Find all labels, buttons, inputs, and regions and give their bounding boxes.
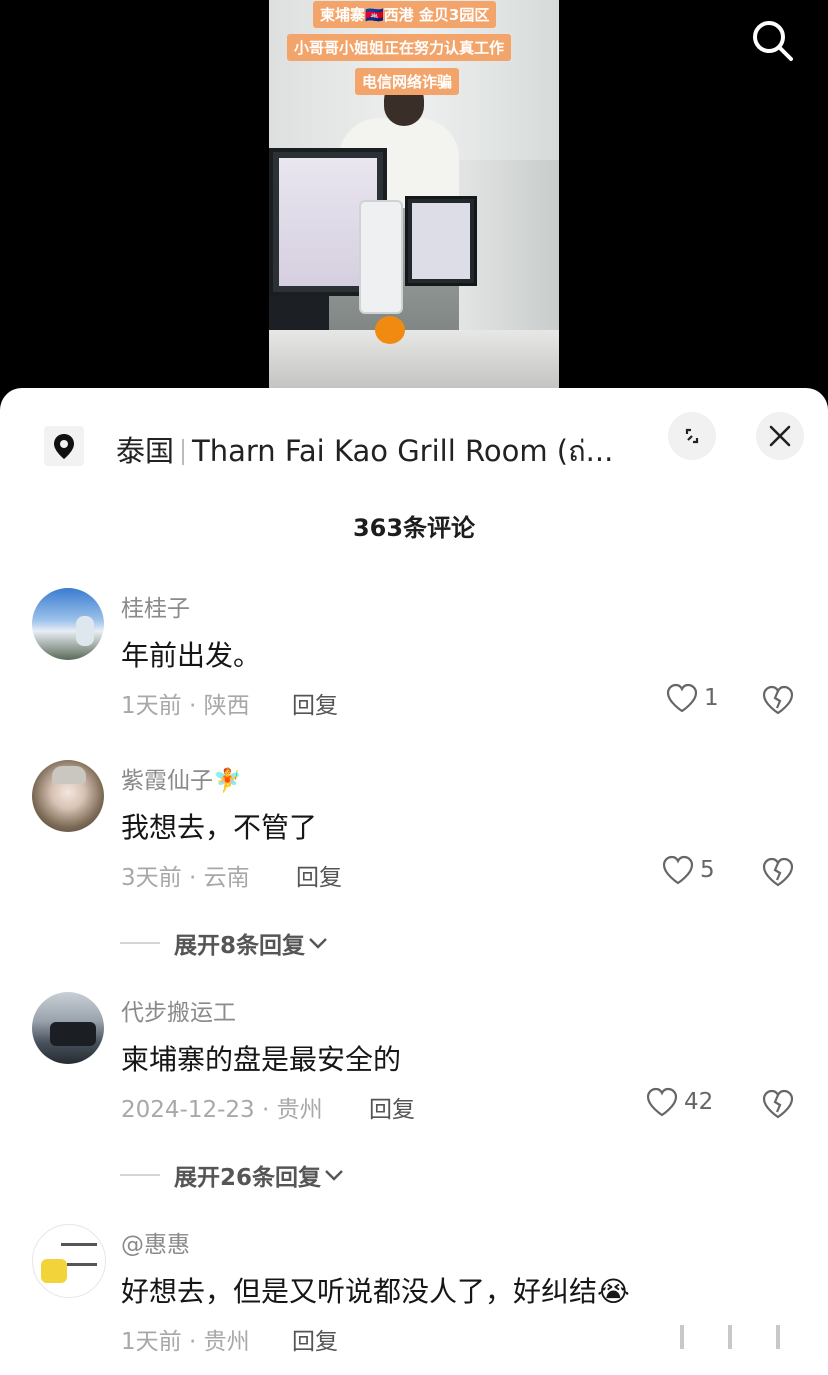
comment-text: 我想去，不管了 — [121, 811, 318, 844]
meta-separator: · — [254, 1097, 277, 1123]
comment-username[interactable]: 桂桂子 — [121, 589, 190, 623]
heart-icon — [666, 683, 698, 713]
scroll-indicator — [680, 1325, 684, 1349]
chevron-down-icon — [309, 938, 327, 949]
search-icon — [753, 21, 793, 61]
scroll-indicator — [776, 1325, 780, 1349]
location-country: 泰国 — [116, 434, 175, 468]
reply-button[interactable]: 回复 — [296, 858, 342, 892]
heart-icon — [662, 855, 694, 885]
avatar[interactable] — [32, 992, 104, 1064]
comment-time: 2024-12-23 — [121, 1097, 255, 1123]
comment-username[interactable]: @惠惠 — [121, 1225, 190, 1259]
comment-username[interactable]: 紫霞仙子🧚 — [121, 761, 242, 795]
dislike-button[interactable] — [761, 684, 795, 716]
comment-text: 年前出发。 — [121, 639, 262, 672]
comment-meta: 2024-12-23 · 贵州 — [121, 1090, 323, 1124]
avatar[interactable] — [32, 588, 104, 660]
video-player[interactable]: 柬埔寨🇰🇭西港 金贝3园区 小哥哥小姐姐正在努力认真工作 电信网络诈骗 — [0, 0, 828, 400]
meta-separator: · — [181, 865, 204, 891]
expand-replies-button[interactable]: 展开8条回复 — [120, 926, 329, 960]
chevron-down-icon — [325, 1170, 343, 1181]
close-icon — [769, 425, 791, 447]
like-count: 42 — [684, 1089, 714, 1115]
dislike-button[interactable] — [761, 856, 795, 888]
comment-count-title: 363条评论 — [352, 514, 476, 542]
comment-meta: 1天前 · 贵州 — [121, 1322, 250, 1356]
caption-line-2: 小哥哥小姐姐正在努力认真工作 — [287, 34, 512, 61]
search-button[interactable] — [750, 18, 796, 64]
like-count: 1 — [704, 685, 719, 711]
broken-heart-icon — [762, 1089, 794, 1119]
comment-time: 1天前 — [121, 1329, 182, 1355]
avatar[interactable] — [32, 1224, 106, 1298]
expand-replies-label: 展开26条回复 — [174, 1165, 322, 1191]
caption-line-3: 电信网络诈骗 — [355, 68, 460, 95]
expand-sheet-button[interactable] — [668, 412, 716, 460]
comment-meta: 1天前 · 陕西 — [121, 686, 250, 720]
location-divider — [182, 439, 185, 465]
broken-heart-icon — [762, 685, 794, 715]
like-button[interactable]: 1 — [666, 683, 719, 713]
dislike-button[interactable] — [761, 1088, 795, 1120]
meta-separator: · — [181, 1329, 204, 1355]
reply-button[interactable]: 回复 — [369, 1090, 415, 1124]
close-button[interactable] — [756, 412, 804, 460]
heart-icon — [646, 1087, 678, 1117]
expand-icon — [685, 428, 699, 444]
expand-divider — [120, 1174, 160, 1176]
comment-region: 贵州 — [203, 1329, 250, 1355]
comment-text: 柬埔寨的盘是最安全的 — [121, 1043, 402, 1076]
scroll-indicator — [728, 1325, 732, 1349]
comment-region: 贵州 — [276, 1097, 323, 1123]
like-button[interactable]: 42 — [646, 1087, 713, 1117]
comment-text: 好想去，但是又听说都没人了，好纠结😭 — [121, 1275, 630, 1308]
like-button[interactable]: 5 — [662, 855, 715, 885]
reply-button[interactable]: 回复 — [292, 1322, 338, 1356]
comment-region: 云南 — [203, 865, 250, 891]
location-pin-icon — [44, 426, 84, 466]
expand-replies-label: 展开8条回复 — [174, 933, 306, 959]
comment-time: 1天前 — [121, 693, 182, 719]
location-label[interactable]: 泰国 Tharn Fai Kao Grill Room (ถ่... — [116, 428, 613, 474]
comment-time: 3天前 — [121, 865, 182, 891]
expand-replies-button[interactable]: 展开26条回复 — [120, 1158, 345, 1192]
comment-meta: 3天前 · 云南 — [121, 858, 250, 892]
comment-region: 陕西 — [203, 693, 250, 719]
like-count: 5 — [700, 857, 715, 883]
location-place: Tharn Fai Kao Grill Room (ถ่... — [192, 434, 614, 468]
comment-username[interactable]: 代步搬运工 — [121, 993, 236, 1027]
meta-separator: · — [181, 693, 204, 719]
broken-heart-icon — [762, 857, 794, 887]
avatar[interactable] — [32, 760, 104, 832]
expand-divider — [120, 942, 160, 944]
caption-line-1: 柬埔寨🇰🇭西港 金贝3园区 — [313, 1, 497, 28]
reply-button[interactable]: 回复 — [292, 686, 338, 720]
